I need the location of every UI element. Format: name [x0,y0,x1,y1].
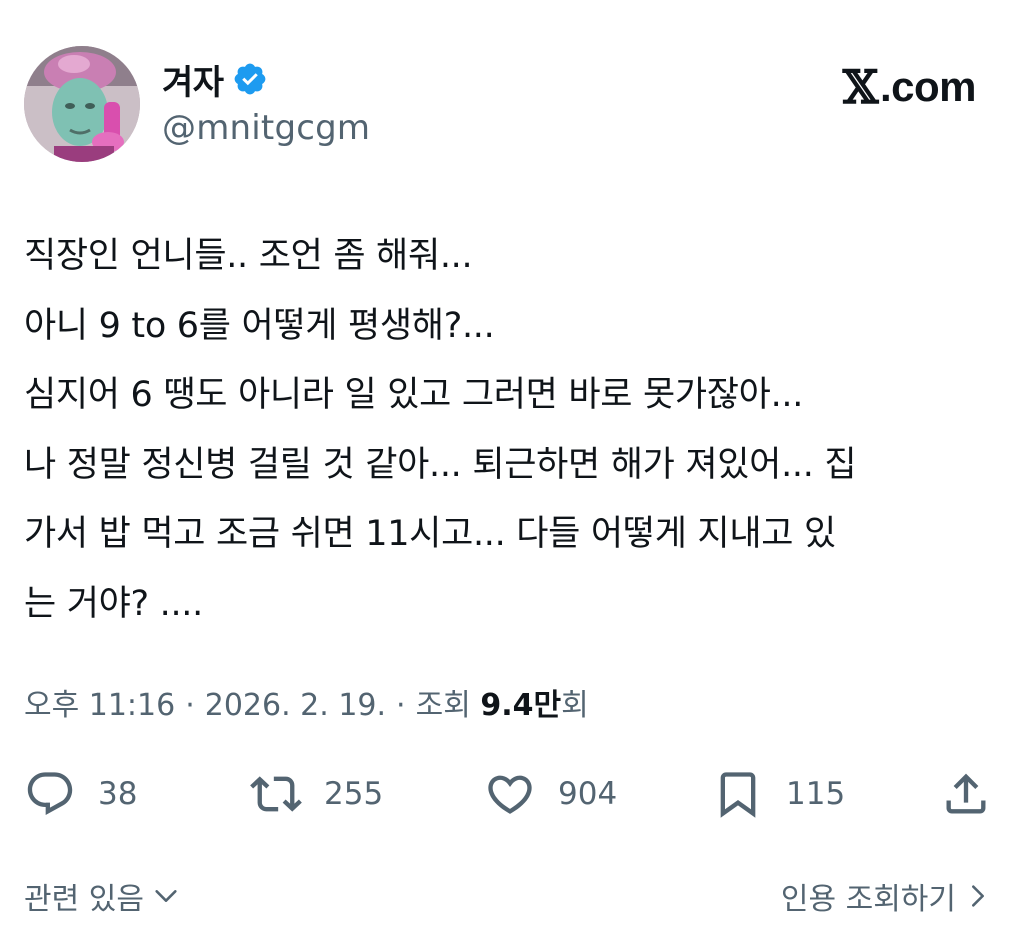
meta-separator: · [396,688,406,723]
x-logo-text: .com [879,63,977,110]
tweet-text: 직장인 언니들.. 조언 좀 해줘... 아니 9 to 6를 어떻게 평생해?… [24,222,1004,639]
views-suffix: 회 [561,688,589,723]
related-label: 관련 있음 [24,882,144,917]
retweet-icon [250,776,302,812]
tweet-line: 는 거야? .... [24,583,203,624]
tweet-date[interactable]: 2026. 2. 19. [205,688,386,723]
tweet-line: 심지어 6 땡도 아니라 일 있고 그러면 바로 못가잖아... [24,375,804,415]
retweet-button[interactable]: 255 [250,760,383,828]
tweet-meta: 오후 11:16 · 2026. 2. 19. · 조회 9.4만회 [24,680,589,724]
tweet-time[interactable]: 오후 11:16 [24,688,175,723]
x-logo-icon: 𝕏 [842,60,879,114]
retweet-count: 255 [324,776,384,812]
like-count: 904 [558,776,618,812]
reply-icon [27,772,73,816]
author-name-row[interactable]: 겨자 [162,55,268,104]
reply-count: 38 [98,776,138,812]
chevron-down-icon [155,890,177,902]
chevron-right-icon [972,885,984,907]
avatar[interactable] [24,46,140,162]
related-toggle[interactable]: 관련 있음 [24,874,180,918]
reply-button[interactable]: 38 [24,760,137,828]
view-quotes-link[interactable]: 인용 조회하기 [781,874,992,918]
display-name[interactable]: 겨자 [162,55,224,104]
like-button[interactable]: 904 [484,760,617,828]
tweet-line: 아니 9 to 6를 어떻게 평생해?... [24,305,495,346]
bookmark-icon [720,772,756,818]
x-com-logo: 𝕏 .com [842,60,977,114]
author-handle[interactable]: @mnitgcgm [162,108,370,148]
action-bar: 38 255 904 115 [0,760,1024,828]
avatar-image [24,46,140,162]
heart-icon [488,775,532,814]
tweet-line: 가서 밥 먹고 조금 쉬면 11시고... 다들 어떻게 지내고 있 [24,514,836,554]
meta-separator: · [185,688,195,723]
share-button[interactable] [940,760,992,828]
tweet-line: 직장인 언니들.. 조언 좀 해줘... [24,236,473,276]
bookmark-button[interactable]: 115 [712,760,845,828]
share-icon [946,773,986,814]
view-quotes-label: 인용 조회하기 [780,882,956,917]
views-label: 조회 [415,688,471,723]
bookmark-count: 115 [786,776,846,812]
views-value: 9.4만 [480,688,562,723]
verified-badge-icon [232,61,268,97]
tweet-line: 나 정말 정신병 걸릴 것 같아... 퇴근하면 해가 져있어... 집 [24,444,857,485]
